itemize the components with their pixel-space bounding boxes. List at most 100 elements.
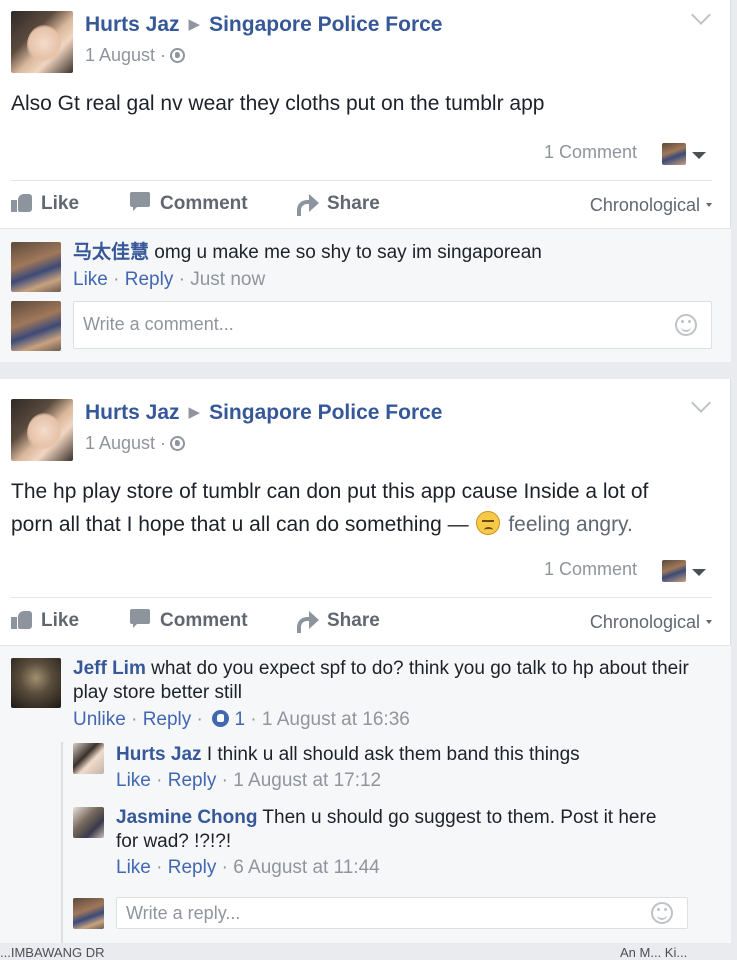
comment-like-link[interactable]: Like [73, 269, 108, 290]
viewer-avatar [11, 301, 61, 351]
viewer-avatar-selector[interactable] [662, 560, 686, 582]
arrow-right-icon: ▶ [188, 16, 201, 33]
comment-text: what do you expect spf to do? think you … [151, 658, 689, 679]
reply-thread-line [61, 742, 63, 950]
comment-button[interactable]: Comment [130, 192, 248, 215]
reply-text: for wad? !?!?! [116, 831, 232, 852]
sort-label: Chronological [589, 612, 700, 632]
post-card: Hurts Jaz ▶ Singapore Police Force 1 Augus… [0, 0, 731, 362]
globe-icon [170, 436, 186, 451]
thumbs-up-icon [11, 609, 33, 629]
comment-body: Jeff Lim what do you expect spf to do? t… [73, 657, 689, 705]
reply-body: Hurts Jaz I think u all should ask them … [116, 743, 580, 767]
reply-body: Jasmine Chong Then u should go suggest t… [116, 806, 656, 854]
like-reaction-icon[interactable] [212, 710, 230, 727]
speech-bubble-icon [130, 609, 152, 629]
comment-time[interactable]: 1 August at 16:36 [262, 709, 410, 730]
reply-avatar[interactable] [73, 807, 104, 838]
author-name[interactable]: Hurts Jaz [85, 13, 180, 36]
caret-down-icon [706, 620, 712, 624]
comment-reply-link[interactable]: Reply [125, 269, 174, 290]
reply-meta: Like · Reply · 6 August at 11:44 [116, 857, 380, 878]
post-date-text[interactable]: 1 August · [85, 45, 166, 65]
reply-like-link[interactable]: Like [116, 857, 151, 878]
comment-count-link[interactable]: 1 Comment [544, 559, 637, 580]
caret-down-icon[interactable] [692, 152, 706, 159]
target-page-name[interactable]: Singapore Police Force [209, 401, 442, 424]
speech-bubble-icon [130, 192, 152, 212]
viewer-avatar [73, 898, 104, 929]
reaction-count[interactable]: 1 [234, 709, 245, 730]
thumbs-up-icon [11, 192, 33, 212]
comment-meta: Unlike · Reply · 1 · 1 August at 16:36 [73, 709, 410, 730]
share-arrow-icon [297, 192, 319, 216]
author-avatar[interactable] [11, 399, 73, 461]
chevron-down-icon[interactable] [691, 393, 711, 413]
author-avatar[interactable] [11, 11, 73, 73]
angry-face-icon [476, 511, 501, 535]
share-button[interactable]: Share [297, 609, 380, 633]
share-button[interactable]: Share [297, 192, 380, 216]
comment-time[interactable]: Just now [190, 269, 265, 290]
comment-label: Comment [160, 193, 248, 214]
reply-reply-link[interactable]: Reply [168, 857, 217, 878]
divider [11, 180, 712, 181]
comment-meta: Like · Reply · Just now [73, 269, 266, 290]
post-text: The hp play store of tumblr can don put … [11, 477, 648, 540]
post-text-line-content: porn all that I hope that u all can do s… [11, 513, 469, 536]
comment-input[interactable]: Write a comment... [73, 301, 712, 349]
comment-text: play store better still [73, 682, 242, 703]
sort-dropdown[interactable]: Chronological [590, 612, 712, 633]
comment-label: Comment [160, 610, 248, 631]
reply-like-link[interactable]: Like [116, 770, 151, 791]
next-post-strip: ...IMBAWANG DR An M... Ki... [0, 943, 737, 960]
commenter-avatar[interactable] [11, 658, 61, 708]
feeling-text[interactable]: feeling angry. [508, 513, 633, 536]
like-button[interactable]: Like [11, 609, 79, 632]
post-date[interactable]: 1 August · [85, 433, 186, 454]
comment-unlike-link[interactable]: Unlike [73, 709, 126, 730]
share-arrow-icon [297, 609, 319, 633]
arrow-right-icon: ▶ [188, 404, 201, 421]
emoji-icon[interactable] [675, 314, 697, 336]
comments-section: 马太佳慧 omg u make me so shy to say im sing… [0, 228, 731, 362]
commenter-name[interactable]: Jeff Lim [73, 658, 146, 679]
reply-meta: Like · Reply · 1 August at 17:12 [116, 770, 382, 791]
comment-button[interactable]: Comment [130, 609, 248, 632]
post-date[interactable]: 1 August · [85, 45, 186, 66]
commenter-name[interactable]: 马太佳慧 [73, 242, 149, 263]
share-label: Share [327, 193, 380, 214]
reply-input-placeholder: Write a reply... [126, 903, 241, 923]
comment-count-link[interactable]: 1 Comment [544, 142, 637, 163]
comments-section: Jeff Lim what do you expect spf to do? t… [0, 645, 731, 955]
comment-body: 马太佳慧 omg u make me so shy to say im sing… [73, 241, 542, 265]
post-header: Hurts Jaz ▶ Singapore Police Force [85, 401, 442, 425]
reply-time[interactable]: 1 August at 17:12 [233, 770, 381, 791]
author-name[interactable]: Hurts Jaz [85, 401, 180, 424]
post-header: Hurts Jaz ▶ Singapore Police Force [85, 13, 442, 37]
viewer-avatar-selector[interactable] [662, 143, 686, 165]
reply-text: I think u all should ask them band this … [206, 744, 580, 765]
sort-dropdown[interactable]: Chronological [590, 195, 712, 216]
reply-input[interactable]: Write a reply... [116, 897, 688, 929]
reply-avatar[interactable] [73, 743, 104, 774]
caret-down-icon [706, 203, 712, 207]
post-card: Hurts Jaz ▶ Singapore Police Force 1 Augus… [0, 379, 731, 955]
comment-reply-link[interactable]: Reply [143, 709, 192, 730]
emoji-icon[interactable] [651, 902, 673, 924]
post-text-line: porn all that I hope that u all can do s… [11, 507, 648, 540]
caret-down-icon[interactable] [692, 569, 706, 576]
share-label: Share [327, 610, 380, 631]
replier-name[interactable]: Hurts Jaz [116, 744, 202, 765]
target-page-name[interactable]: Singapore Police Force [209, 13, 442, 36]
post-date-text[interactable]: 1 August · [85, 433, 166, 453]
reply-reply-link[interactable]: Reply [168, 770, 217, 791]
chevron-down-icon[interactable] [691, 5, 711, 25]
replier-name[interactable]: Jasmine Chong [116, 807, 257, 828]
like-button[interactable]: Like [11, 192, 79, 215]
commenter-avatar[interactable] [11, 242, 61, 292]
cut-off-text: ...IMBAWANG DR [0, 945, 105, 960]
like-label: Like [41, 193, 80, 214]
comment-text: omg u make me so shy to say im singapore… [154, 242, 542, 263]
reply-time[interactable]: 6 August at 11:44 [233, 857, 380, 878]
